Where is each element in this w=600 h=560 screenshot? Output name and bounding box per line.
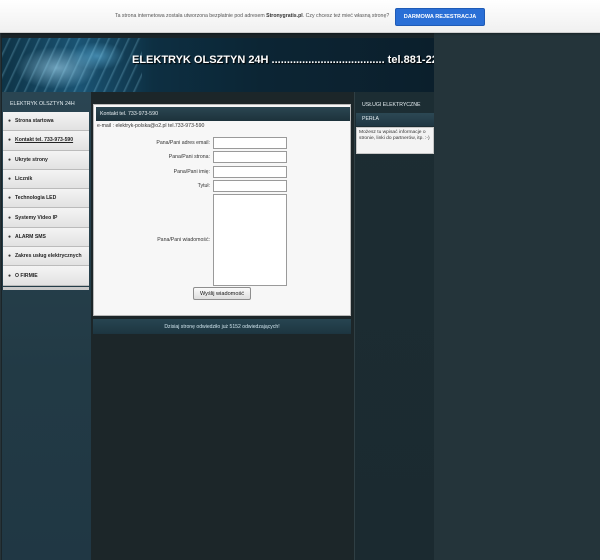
nav-item-home[interactable]: ● Strona startowa [3, 112, 89, 132]
website-field[interactable] [213, 151, 287, 163]
bullet-icon: ● [8, 253, 12, 260]
nav-item-alarm-sms[interactable]: ● ALARM SMS [3, 227, 89, 248]
contact-email-line: e-mail : elektryk-polska@o2.pl tel.733-9… [97, 123, 205, 129]
site-header: ELEKTRYK OLSZTYN 24H ...................… [2, 38, 434, 92]
bullet-icon: ● [8, 272, 12, 279]
right-section-title: USŁUGI ELEKTRYCZNE [362, 102, 421, 108]
right-column [354, 92, 434, 560]
contact-heading: Kontakt tel. 733-973-590 [96, 107, 350, 121]
header-lightning-graphic [2, 38, 142, 92]
send-message-button[interactable]: Wyślij wiadomość [193, 287, 251, 300]
nav-bottom-bar [3, 287, 89, 290]
promo-bar: Ta strona internetowa została utworzona … [0, 0, 600, 33]
bullet-icon: ● [8, 195, 12, 202]
subject-field[interactable] [213, 180, 287, 192]
bullet-icon: ● [8, 176, 12, 183]
email-label: Pana/Pani adres email: [156, 140, 210, 146]
promo-text: Ta strona internetowa została utworzona … [115, 13, 267, 19]
nav-item-led[interactable]: ● Technologia LED [3, 189, 89, 209]
sidebar-nav: ● Strona startowa ● Kontakt tel. 733-973-5… [3, 112, 89, 286]
bullet-icon: ● [8, 137, 12, 144]
promo-text-end: . Czy chcesz też mieć własną stronę? [302, 13, 390, 19]
message-label: Pana/Pani wiadomość: [157, 237, 210, 243]
nav-item-hidden-pages[interactable]: ● Ukryte strony [3, 150, 89, 170]
nav-item-counter[interactable]: ● Licznik [3, 169, 89, 190]
right-panel-text: Możesz tu wpisać informacje o stronie, l… [356, 127, 434, 154]
message-textarea[interactable] [213, 194, 287, 286]
register-button[interactable]: DARMOWA REJESTRACJA [395, 8, 485, 26]
site-title: ELEKTRYK OLSZTYN 24H ...................… [132, 54, 434, 66]
bullet-icon: ● [8, 118, 12, 125]
nav-title: ELEKTRYK OLSZTYN 24H [10, 101, 75, 107]
nav-item-services[interactable]: ● Zakres usług elektrycznych [3, 247, 89, 267]
website-label: Pana/Pani strona: [168, 154, 210, 160]
bullet-icon: ● [8, 214, 12, 221]
bullet-icon: ● [8, 233, 12, 240]
bullet-icon: ● [8, 156, 12, 163]
nav-item-contact[interactable]: ● Kontakt tel. 733-973-590 [3, 131, 89, 151]
email-field[interactable] [213, 137, 287, 149]
nav-item-video-ip[interactable]: ● Systemy Video IP [3, 208, 89, 228]
promo-brand-link[interactable]: Stronygratis.pl [266, 13, 303, 19]
name-field[interactable] [213, 166, 287, 178]
right-panel-title: PERŁA [356, 113, 434, 126]
name-label: Pana/Pani imię: [173, 169, 210, 175]
subject-label: Tytuł: [197, 183, 210, 189]
promo-message: Ta strona internetowa została utworzona … [115, 13, 389, 19]
visitor-counter: Dzisiaj stronę odwiedziło już 5152 odwie… [93, 319, 351, 334]
nav-item-about[interactable]: ● O FIRMIE [3, 266, 89, 286]
